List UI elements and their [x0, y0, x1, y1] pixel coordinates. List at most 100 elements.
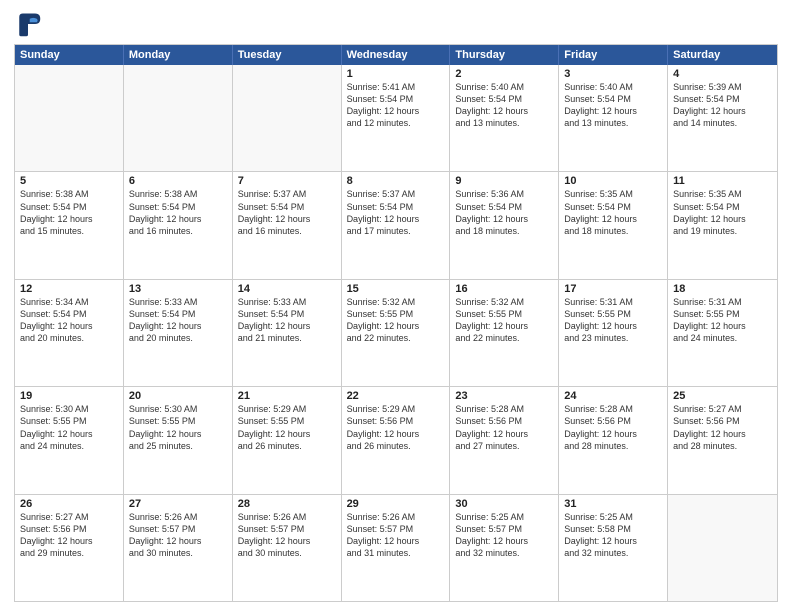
day-cell-7: 7Sunrise: 5:37 AMSunset: 5:54 PMDaylight… — [233, 172, 342, 278]
day-number: 26 — [20, 498, 118, 510]
day-number: 13 — [129, 283, 227, 295]
day-info: Sunrise: 5:38 AMSunset: 5:54 PMDaylight:… — [129, 188, 227, 237]
calendar-header: SundayMondayTuesdayWednesdayThursdayFrid… — [15, 45, 777, 65]
day-info: Sunrise: 5:31 AMSunset: 5:55 PMDaylight:… — [564, 296, 662, 345]
calendar-row-1: 5Sunrise: 5:38 AMSunset: 5:54 PMDaylight… — [15, 171, 777, 278]
day-cell-3: 3Sunrise: 5:40 AMSunset: 5:54 PMDaylight… — [559, 65, 668, 171]
day-info: Sunrise: 5:29 AMSunset: 5:56 PMDaylight:… — [347, 403, 445, 452]
day-cell-14: 14Sunrise: 5:33 AMSunset: 5:54 PMDayligh… — [233, 280, 342, 386]
day-info: Sunrise: 5:40 AMSunset: 5:54 PMDaylight:… — [455, 81, 553, 130]
day-number: 1 — [347, 68, 445, 80]
day-info: Sunrise: 5:29 AMSunset: 5:55 PMDaylight:… — [238, 403, 336, 452]
calendar: SundayMondayTuesdayWednesdayThursdayFrid… — [14, 44, 778, 602]
day-number: 5 — [20, 175, 118, 187]
day-info: Sunrise: 5:32 AMSunset: 5:55 PMDaylight:… — [347, 296, 445, 345]
day-info: Sunrise: 5:37 AMSunset: 5:54 PMDaylight:… — [347, 188, 445, 237]
day-cell-18: 18Sunrise: 5:31 AMSunset: 5:55 PMDayligh… — [668, 280, 777, 386]
day-number: 12 — [20, 283, 118, 295]
day-number: 30 — [455, 498, 553, 510]
day-cell-21: 21Sunrise: 5:29 AMSunset: 5:55 PMDayligh… — [233, 387, 342, 493]
day-cell-10: 10Sunrise: 5:35 AMSunset: 5:54 PMDayligh… — [559, 172, 668, 278]
day-cell-23: 23Sunrise: 5:28 AMSunset: 5:56 PMDayligh… — [450, 387, 559, 493]
weekday-header-monday: Monday — [124, 45, 233, 65]
day-cell-27: 27Sunrise: 5:26 AMSunset: 5:57 PMDayligh… — [124, 495, 233, 601]
day-cell-17: 17Sunrise: 5:31 AMSunset: 5:55 PMDayligh… — [559, 280, 668, 386]
day-cell-31: 31Sunrise: 5:25 AMSunset: 5:58 PMDayligh… — [559, 495, 668, 601]
day-number: 24 — [564, 390, 662, 402]
page: SundayMondayTuesdayWednesdayThursdayFrid… — [0, 0, 792, 612]
day-info: Sunrise: 5:28 AMSunset: 5:56 PMDaylight:… — [564, 403, 662, 452]
empty-cell-0-2 — [233, 65, 342, 171]
day-info: Sunrise: 5:38 AMSunset: 5:54 PMDaylight:… — [20, 188, 118, 237]
day-number: 3 — [564, 68, 662, 80]
day-cell-15: 15Sunrise: 5:32 AMSunset: 5:55 PMDayligh… — [342, 280, 451, 386]
calendar-row-2: 12Sunrise: 5:34 AMSunset: 5:54 PMDayligh… — [15, 279, 777, 386]
weekday-header-thursday: Thursday — [450, 45, 559, 65]
logo-icon — [14, 10, 42, 38]
day-number: 7 — [238, 175, 336, 187]
day-number: 20 — [129, 390, 227, 402]
day-info: Sunrise: 5:34 AMSunset: 5:54 PMDaylight:… — [20, 296, 118, 345]
day-number: 27 — [129, 498, 227, 510]
empty-cell-0-1 — [124, 65, 233, 171]
day-number: 21 — [238, 390, 336, 402]
day-number: 9 — [455, 175, 553, 187]
day-cell-26: 26Sunrise: 5:27 AMSunset: 5:56 PMDayligh… — [15, 495, 124, 601]
day-info: Sunrise: 5:26 AMSunset: 5:57 PMDaylight:… — [347, 511, 445, 560]
empty-cell-4-6 — [668, 495, 777, 601]
day-cell-24: 24Sunrise: 5:28 AMSunset: 5:56 PMDayligh… — [559, 387, 668, 493]
day-cell-22: 22Sunrise: 5:29 AMSunset: 5:56 PMDayligh… — [342, 387, 451, 493]
day-number: 14 — [238, 283, 336, 295]
day-info: Sunrise: 5:36 AMSunset: 5:54 PMDaylight:… — [455, 188, 553, 237]
day-info: Sunrise: 5:31 AMSunset: 5:55 PMDaylight:… — [673, 296, 772, 345]
day-number: 23 — [455, 390, 553, 402]
day-info: Sunrise: 5:30 AMSunset: 5:55 PMDaylight:… — [129, 403, 227, 452]
day-number: 8 — [347, 175, 445, 187]
day-info: Sunrise: 5:30 AMSunset: 5:55 PMDaylight:… — [20, 403, 118, 452]
day-cell-28: 28Sunrise: 5:26 AMSunset: 5:57 PMDayligh… — [233, 495, 342, 601]
day-info: Sunrise: 5:33 AMSunset: 5:54 PMDaylight:… — [129, 296, 227, 345]
day-cell-20: 20Sunrise: 5:30 AMSunset: 5:55 PMDayligh… — [124, 387, 233, 493]
day-cell-8: 8Sunrise: 5:37 AMSunset: 5:54 PMDaylight… — [342, 172, 451, 278]
day-number: 25 — [673, 390, 772, 402]
day-cell-29: 29Sunrise: 5:26 AMSunset: 5:57 PMDayligh… — [342, 495, 451, 601]
day-cell-1: 1Sunrise: 5:41 AMSunset: 5:54 PMDaylight… — [342, 65, 451, 171]
day-cell-6: 6Sunrise: 5:38 AMSunset: 5:54 PMDaylight… — [124, 172, 233, 278]
header — [14, 10, 778, 38]
day-cell-25: 25Sunrise: 5:27 AMSunset: 5:56 PMDayligh… — [668, 387, 777, 493]
day-cell-4: 4Sunrise: 5:39 AMSunset: 5:54 PMDaylight… — [668, 65, 777, 171]
day-number: 6 — [129, 175, 227, 187]
day-number: 17 — [564, 283, 662, 295]
empty-cell-0-0 — [15, 65, 124, 171]
day-info: Sunrise: 5:35 AMSunset: 5:54 PMDaylight:… — [673, 188, 772, 237]
day-number: 28 — [238, 498, 336, 510]
day-info: Sunrise: 5:39 AMSunset: 5:54 PMDaylight:… — [673, 81, 772, 130]
day-cell-5: 5Sunrise: 5:38 AMSunset: 5:54 PMDaylight… — [15, 172, 124, 278]
day-cell-11: 11Sunrise: 5:35 AMSunset: 5:54 PMDayligh… — [668, 172, 777, 278]
day-cell-13: 13Sunrise: 5:33 AMSunset: 5:54 PMDayligh… — [124, 280, 233, 386]
day-number: 16 — [455, 283, 553, 295]
day-info: Sunrise: 5:28 AMSunset: 5:56 PMDaylight:… — [455, 403, 553, 452]
day-cell-16: 16Sunrise: 5:32 AMSunset: 5:55 PMDayligh… — [450, 280, 559, 386]
day-info: Sunrise: 5:25 AMSunset: 5:57 PMDaylight:… — [455, 511, 553, 560]
calendar-row-0: 1Sunrise: 5:41 AMSunset: 5:54 PMDaylight… — [15, 65, 777, 171]
weekday-header-tuesday: Tuesday — [233, 45, 342, 65]
calendar-row-3: 19Sunrise: 5:30 AMSunset: 5:55 PMDayligh… — [15, 386, 777, 493]
day-info: Sunrise: 5:32 AMSunset: 5:55 PMDaylight:… — [455, 296, 553, 345]
day-number: 19 — [20, 390, 118, 402]
day-cell-30: 30Sunrise: 5:25 AMSunset: 5:57 PMDayligh… — [450, 495, 559, 601]
day-info: Sunrise: 5:40 AMSunset: 5:54 PMDaylight:… — [564, 81, 662, 130]
day-cell-19: 19Sunrise: 5:30 AMSunset: 5:55 PMDayligh… — [15, 387, 124, 493]
day-info: Sunrise: 5:26 AMSunset: 5:57 PMDaylight:… — [238, 511, 336, 560]
weekday-header-sunday: Sunday — [15, 45, 124, 65]
day-number: 29 — [347, 498, 445, 510]
day-info: Sunrise: 5:41 AMSunset: 5:54 PMDaylight:… — [347, 81, 445, 130]
weekday-header-wednesday: Wednesday — [342, 45, 451, 65]
day-info: Sunrise: 5:26 AMSunset: 5:57 PMDaylight:… — [129, 511, 227, 560]
day-number: 11 — [673, 175, 772, 187]
day-number: 22 — [347, 390, 445, 402]
day-info: Sunrise: 5:33 AMSunset: 5:54 PMDaylight:… — [238, 296, 336, 345]
day-info: Sunrise: 5:27 AMSunset: 5:56 PMDaylight:… — [20, 511, 118, 560]
day-info: Sunrise: 5:37 AMSunset: 5:54 PMDaylight:… — [238, 188, 336, 237]
day-number: 4 — [673, 68, 772, 80]
